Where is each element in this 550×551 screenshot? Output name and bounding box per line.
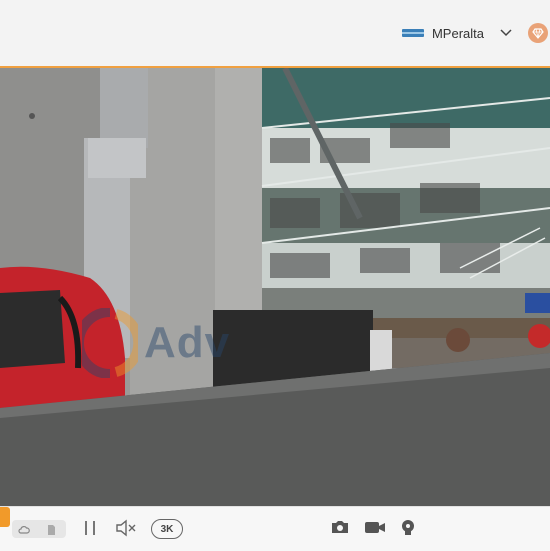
top-bar: MPeralta xyxy=(0,0,550,66)
view-mode-group xyxy=(12,520,66,538)
diamond-icon xyxy=(532,28,544,39)
user-menu[interactable]: MPeralta xyxy=(401,0,550,66)
video-feed[interactable]: Adv xyxy=(0,68,550,506)
cloud-icon[interactable] xyxy=(18,523,30,541)
username[interactable]: MPeralta xyxy=(432,26,484,41)
pause-icon[interactable] xyxy=(83,519,97,537)
camera-frame xyxy=(0,68,550,506)
video-camera-icon[interactable] xyxy=(364,519,386,535)
sd-card-icon[interactable] xyxy=(45,523,57,541)
light-bulb-icon[interactable] xyxy=(400,519,416,537)
watermark-logo-icon xyxy=(82,308,138,378)
watermark: Adv xyxy=(82,308,230,378)
live-mode-button[interactable] xyxy=(0,507,10,527)
quality-selector-button[interactable]: 3K xyxy=(151,519,183,539)
chevron-down-icon[interactable] xyxy=(500,29,512,37)
speaker-muted-icon[interactable] xyxy=(115,519,137,537)
camera-icon[interactable] xyxy=(330,519,350,535)
avatar[interactable] xyxy=(528,23,548,43)
watermark-text: Adv xyxy=(144,318,231,367)
control-bar: 3K xyxy=(0,506,550,551)
flag-icon xyxy=(401,29,424,37)
